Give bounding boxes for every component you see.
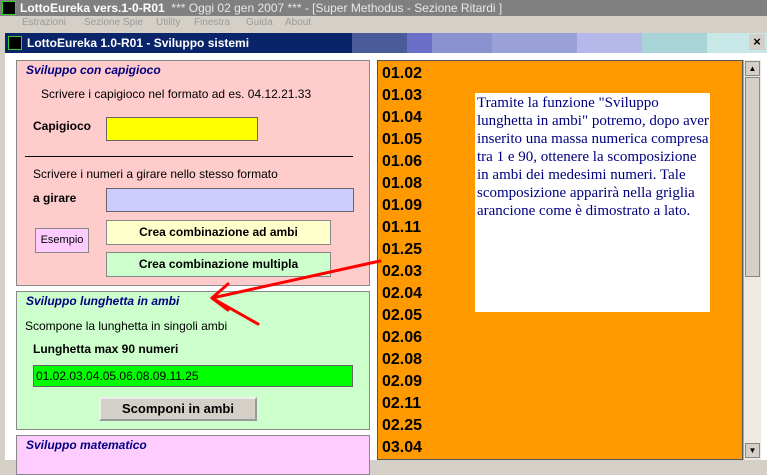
grid-item: 01.03 (382, 87, 423, 104)
grid-item: 02.03 (382, 263, 423, 280)
lunghetta-panel-title: Sviluppo lunghetta in ambi (23, 294, 183, 308)
scomponi-button[interactable]: Scomponi in ambi (99, 397, 257, 421)
example-button[interactable]: Esempio (35, 228, 89, 253)
grid-item: 02.04 (382, 285, 423, 302)
capigioco-input[interactable] (106, 117, 258, 141)
scroll-thumb[interactable] (745, 77, 760, 277)
app-title-bar: LottoEureka vers.1-0-R01 *** Oggi 02 gen… (0, 0, 767, 16)
grid-item: 02.05 (382, 307, 423, 324)
scroll-up-icon[interactable]: ▲ (745, 61, 760, 76)
window-logo-icon (8, 36, 22, 50)
capigioco-label: Capigioco (33, 119, 92, 133)
matematico-panel-title: Sviluppo matematico (23, 438, 150, 452)
grid-item: 01.05 (382, 131, 423, 148)
grid-item: 01.08 (382, 175, 423, 192)
grid-item: 02.06 (382, 329, 423, 346)
menu-finestra[interactable]: Finestra (194, 17, 230, 28)
menu-about[interactable]: About (285, 17, 311, 28)
grid-item: 01.04 (382, 109, 423, 126)
info-text: Tramite la funzione "Sviluppo lunghetta … (477, 95, 709, 219)
menu-bar: Estrazioni Sezione Spie Utility Finestra… (0, 16, 767, 30)
capigioco-panel-title: Sviluppo con capigioco (23, 63, 164, 77)
grid-scrollbar[interactable]: ▲ ▼ (743, 60, 761, 460)
grid-item: 01.06 (382, 153, 423, 170)
grid-item: 01.11 (382, 219, 422, 236)
grid-item: 01.09 (382, 197, 423, 214)
menu-sezione-spie[interactable]: Sezione Spie (84, 17, 143, 28)
window-title-bar: LottoEureka 1.0-R01 - Sviluppo sistemi × (5, 33, 767, 53)
app-title-info: *** Oggi 02 gen 2007 *** - [Super Method… (171, 1, 503, 15)
matematico-panel: Sviluppo matematico (16, 435, 370, 475)
menu-guida[interactable]: Guida (246, 17, 273, 28)
grid-item: 02.25 (382, 417, 423, 434)
grid-item: 02.11 (382, 395, 422, 412)
grid-item: 02.08 (382, 351, 423, 368)
girare-label: a girare (33, 191, 77, 205)
lunghetta-description: Scompone la lunghetta in singoli ambi (25, 319, 228, 333)
capigioco-instructions: Scrivere i capigioco nel formato ad es. … (41, 87, 312, 101)
app-title: LottoEureka vers.1-0-R01 (20, 1, 165, 15)
menu-estrazioni[interactable]: Estrazioni (22, 17, 66, 28)
separator-line (25, 156, 353, 157)
scroll-down-icon[interactable]: ▼ (745, 443, 760, 458)
grid-item: 02.09 (382, 373, 423, 390)
app-logo-icon (2, 1, 16, 15)
lunghetta-panel: Sviluppo lunghetta in ambi Scompone la l… (16, 291, 370, 430)
create-multipla-button[interactable]: Crea combinazione multipla (106, 252, 331, 277)
create-ambi-button[interactable]: Crea combinazione ad ambi (106, 220, 331, 245)
lunghetta-max-label: Lunghetta max 90 numeri (33, 342, 179, 356)
capigioco-panel: Sviluppo con capigioco Scrivere i capigi… (16, 60, 370, 286)
window-title: LottoEureka 1.0-R01 - Sviluppo sistemi (27, 36, 250, 50)
girare-input[interactable] (106, 188, 354, 212)
grid-item: 03.04 (382, 439, 423, 456)
info-box: Tramite la funzione "Sviluppo lunghetta … (475, 93, 710, 312)
close-icon[interactable]: × (749, 34, 765, 50)
grid-item: 01.25 (382, 241, 423, 258)
girare-instructions: Scrivere i numeri a girare nello stesso … (33, 167, 278, 181)
menu-utility[interactable]: Utility (156, 17, 180, 28)
lunghetta-input[interactable]: 01.02.03.04.05.06.08.09.11.25 (33, 365, 353, 387)
grid-item: 01.02 (382, 65, 423, 82)
